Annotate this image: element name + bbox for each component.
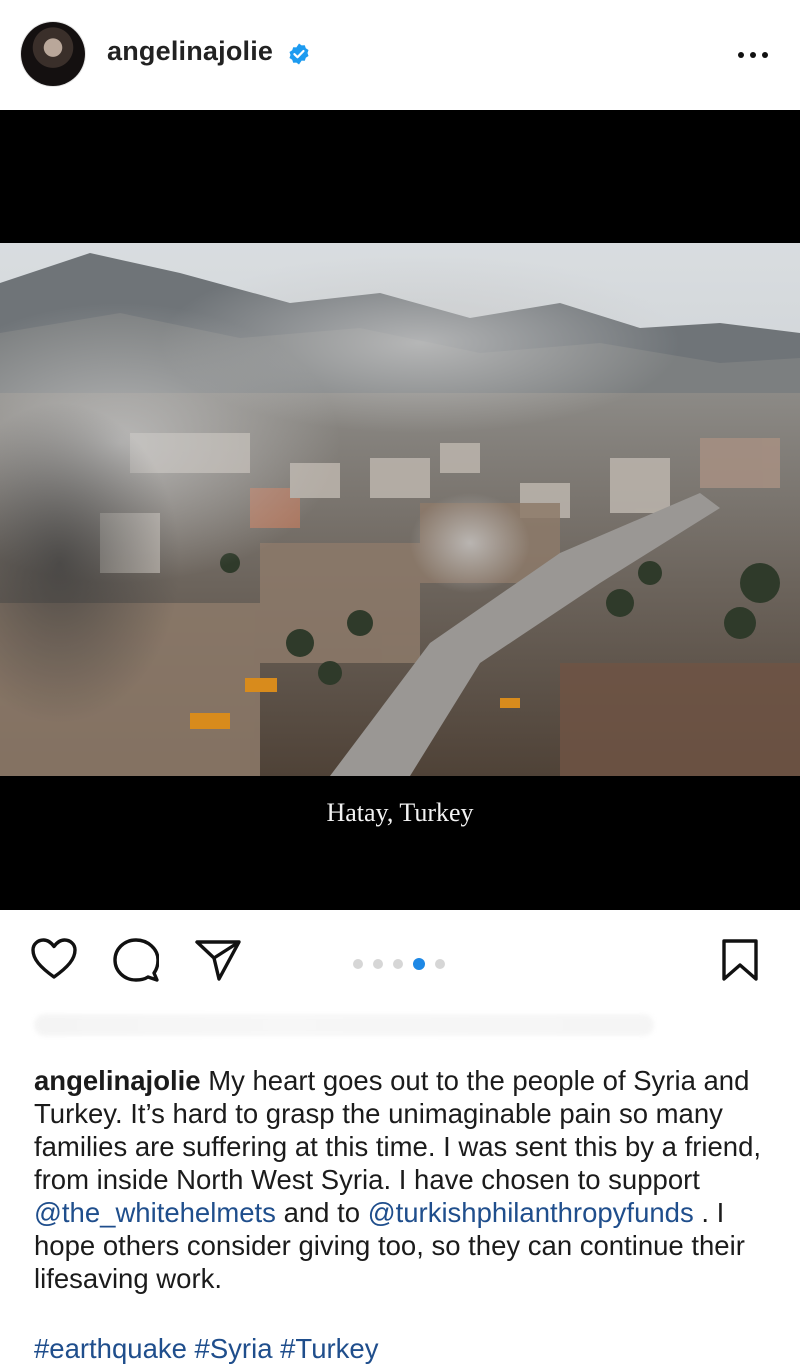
- caption-username[interactable]: angelinajolie: [34, 1065, 201, 1096]
- mention-link[interactable]: @turkishphilanthropyfunds: [368, 1197, 694, 1228]
- post-photo: [0, 243, 800, 776]
- blurred-likes-row: [34, 1014, 654, 1036]
- carousel-dot: [435, 959, 445, 969]
- username[interactable]: angelinajolie: [107, 36, 273, 67]
- post-header: angelinajolie: [0, 0, 800, 110]
- comment-icon[interactable]: [113, 937, 159, 983]
- carousel-dot: [373, 959, 383, 969]
- carousel-dot: [393, 959, 403, 969]
- post-caption: angelinajolie My heart goes out to the p…: [34, 1064, 774, 1295]
- mention-link[interactable]: @the_whitehelmets: [34, 1197, 276, 1228]
- hashtags[interactable]: #earthquake #Syria #Turkey: [34, 1333, 378, 1365]
- heart-icon[interactable]: [30, 937, 78, 981]
- action-bar: [0, 910, 800, 1010]
- bookmark-icon[interactable]: [720, 938, 760, 982]
- send-icon[interactable]: [194, 938, 242, 982]
- more-dots-icon[interactable]: [733, 40, 773, 70]
- caption-text: and to: [275, 1197, 368, 1228]
- image-caption: Hatay, Turkey: [326, 798, 474, 827]
- avatar[interactable]: [21, 22, 85, 86]
- carousel-dot: [353, 959, 363, 969]
- carousel-dot-active: [413, 958, 425, 970]
- post-media[interactable]: Hatay, Turkey: [0, 110, 800, 910]
- verified-badge-icon: [289, 43, 309, 65]
